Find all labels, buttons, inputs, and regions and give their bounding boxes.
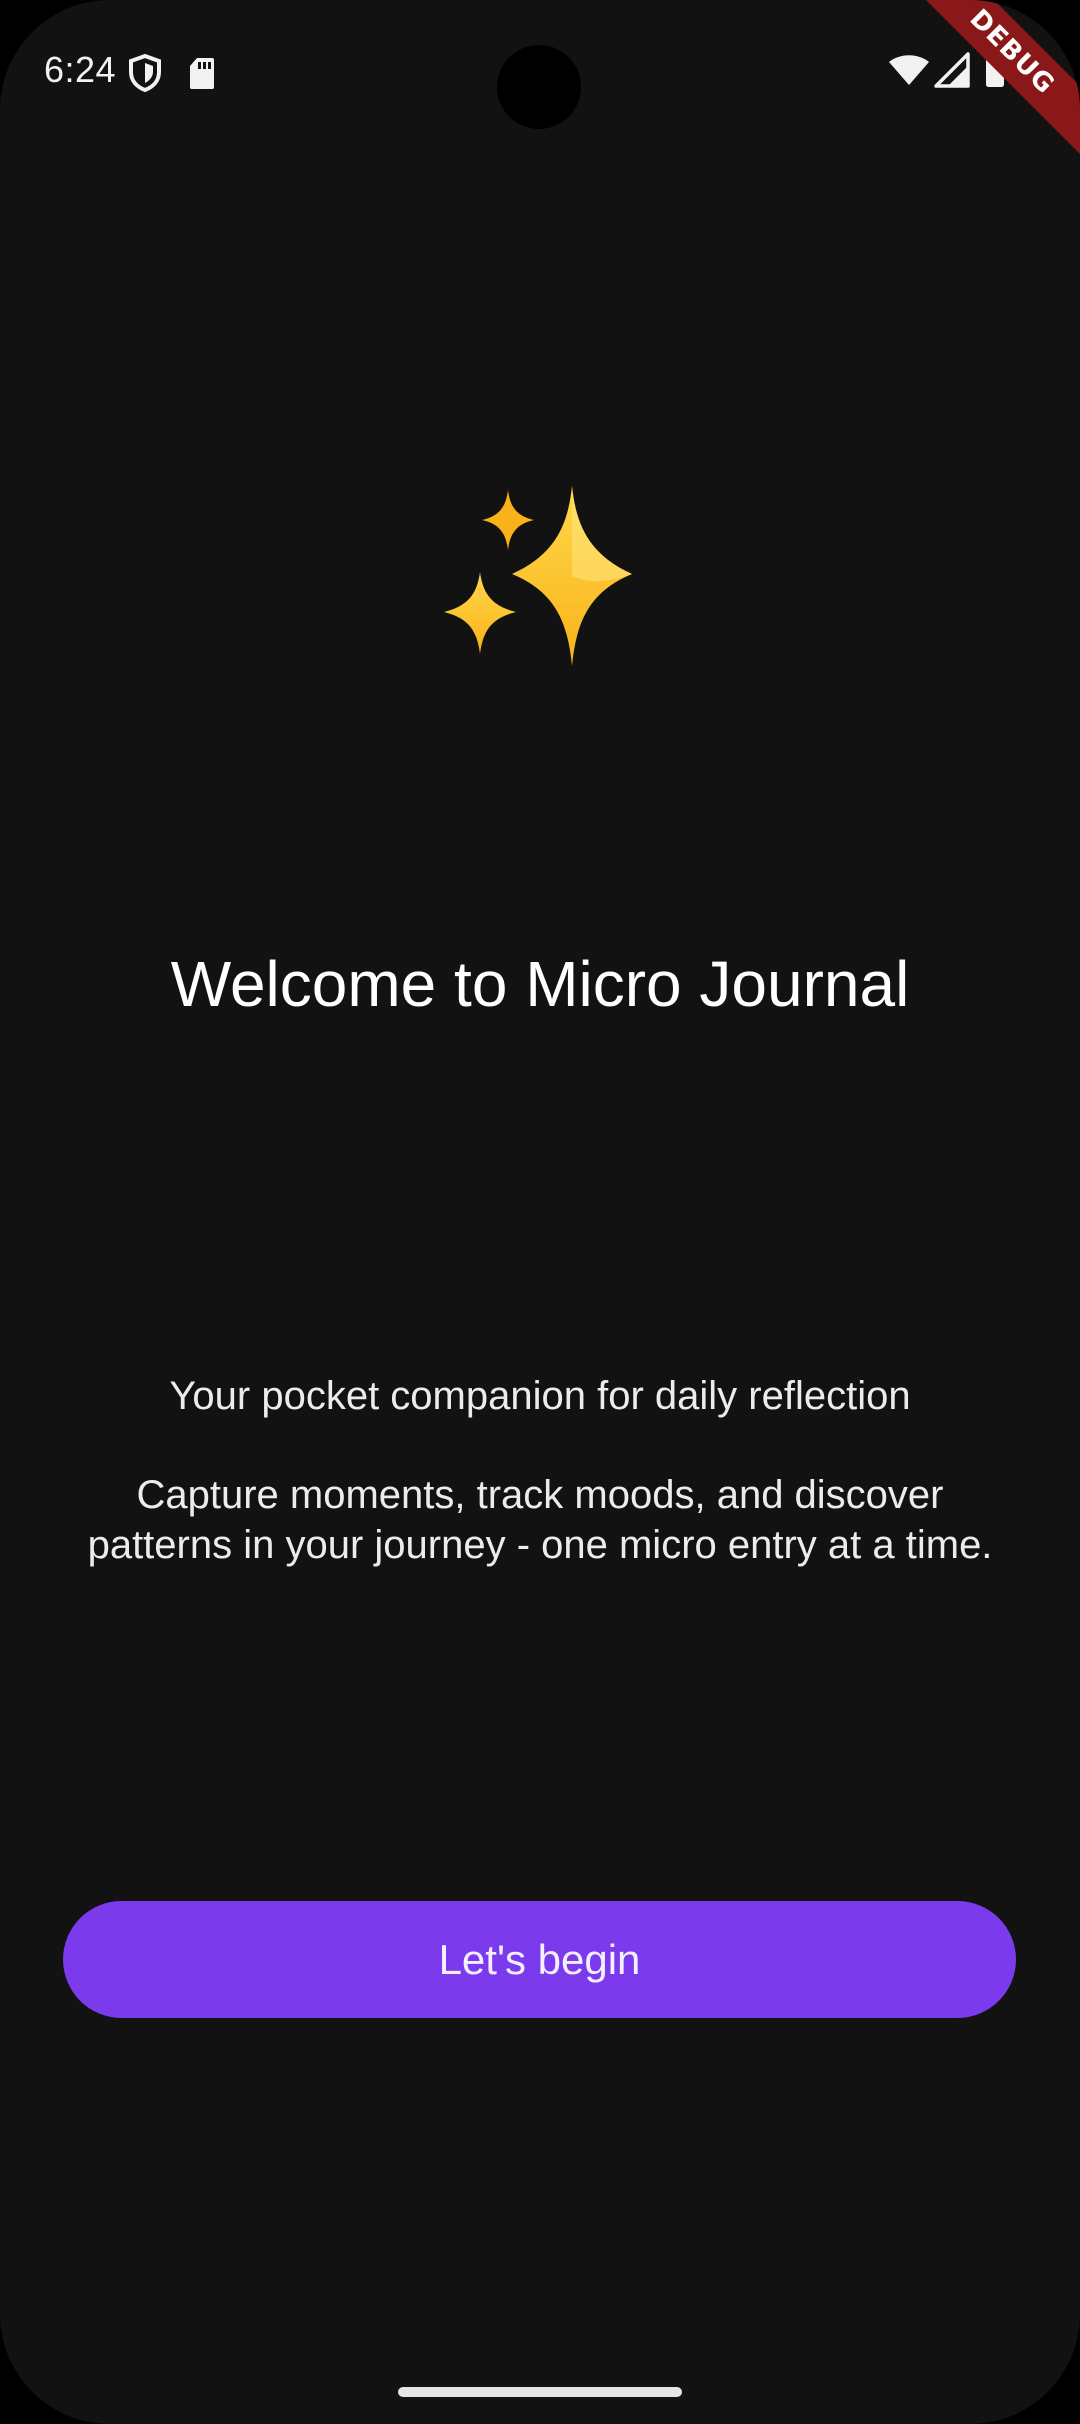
wifi-icon: [889, 55, 929, 85]
tagline-text: Your pocket companion for daily reflecti…: [169, 1374, 911, 1418]
welcome-title: Welcome to Micro Journal: [170, 948, 910, 1020]
camera-cutout: [497, 45, 581, 129]
sparkles-icon: [444, 486, 632, 666]
lets-begin-button[interactable]: Let's begin: [63, 1901, 1016, 2018]
home-indicator[interactable]: [398, 2387, 682, 2397]
status-time: 6:24: [44, 49, 117, 90]
status-bar: 6:24: [0, 0, 1080, 140]
description-text: Capture moments, track moods, and discov…: [87, 1473, 993, 1567]
welcome-screen: 6:24 DEBUG Welcome to Micro Journal Your…: [0, 0, 1080, 2424]
sd-card-icon: [190, 58, 214, 89]
cell-signal-icon: [934, 52, 970, 88]
shield-icon: [129, 54, 161, 92]
